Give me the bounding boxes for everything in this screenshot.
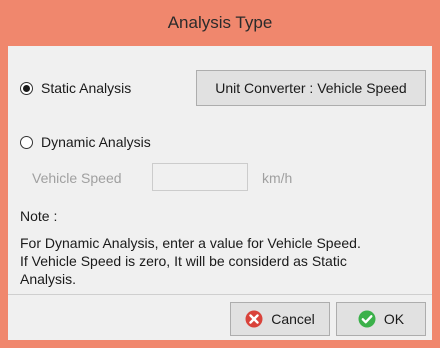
static-analysis-radio[interactable]: Static Analysis (20, 80, 131, 96)
cancel-icon (245, 310, 263, 328)
note-text: For Dynamic Analysis, enter a value for … (20, 234, 425, 288)
analysis-type-dialog: Analysis Type Static Analysis Unit Conve… (0, 0, 440, 348)
note-line-1: For Dynamic Analysis, enter a value for … (20, 235, 361, 251)
window-title: Analysis Type (167, 13, 273, 32)
note-line-2: If Vehicle Speed is zero, It will be con… (20, 253, 347, 269)
cancel-button-label: Cancel (271, 311, 315, 327)
ok-button[interactable]: OK (336, 302, 426, 336)
dynamic-analysis-label: Dynamic Analysis (41, 134, 151, 150)
window-titlebar[interactable]: Analysis Type (0, 0, 440, 46)
dialog-content: Static Analysis Unit Converter : Vehicle… (8, 46, 432, 340)
static-analysis-radio-circle[interactable] (20, 81, 33, 95)
ok-button-label: OK (383, 311, 405, 327)
cancel-button[interactable]: Cancel (230, 302, 330, 336)
unit-converter-button-label: Unit Converter : Vehicle Speed (215, 80, 407, 96)
vehicle-speed-unit: km/h (262, 170, 293, 186)
vehicle-speed-label: Vehicle Speed (32, 170, 122, 186)
dynamic-analysis-radio[interactable]: Dynamic Analysis (20, 134, 151, 150)
note-line-3: Analysis. (20, 271, 77, 287)
radio-selected-dot (23, 84, 30, 92)
button-bar-separator (8, 294, 432, 295)
ok-check-icon (358, 310, 376, 328)
static-analysis-label: Static Analysis (41, 80, 132, 96)
unit-converter-vehicle-speed-button[interactable]: Unit Converter : Vehicle Speed (196, 70, 426, 106)
note-title: Note : (20, 208, 58, 224)
dynamic-analysis-radio-circle[interactable] (20, 135, 33, 149)
vehicle-speed-input[interactable] (152, 163, 248, 191)
